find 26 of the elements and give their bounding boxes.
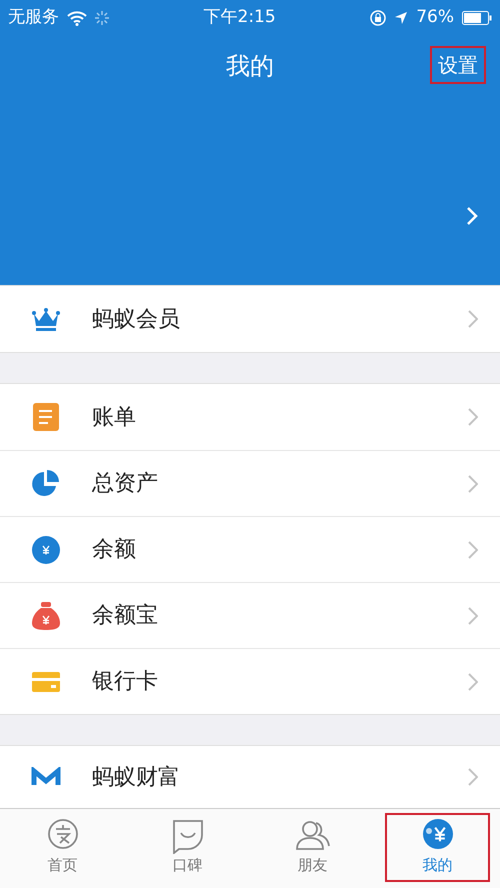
tab[interactable]: 口碑 <box>135 813 240 882</box>
chevron-right-icon <box>468 672 478 690</box>
chevron-right-icon <box>468 474 478 492</box>
page-title: 我的 <box>226 51 274 82</box>
battery-icon <box>462 11 492 25</box>
money-bag-icon <box>30 600 62 632</box>
carrier-text: 无服务 <box>8 6 59 30</box>
rotation-lock-icon <box>370 10 386 26</box>
yen-coin-icon <box>30 534 62 566</box>
fortune-icon <box>30 767 62 787</box>
document-icon <box>30 401 62 433</box>
clock-text: 下午2:15 <box>204 6 276 30</box>
tab[interactable]: 朋友 <box>260 813 365 882</box>
tab[interactable]: 我的 <box>385 813 490 882</box>
chevron-right-icon[interactable] <box>466 206 478 226</box>
battery-text: 76% <box>416 6 454 30</box>
chevron-right-icon <box>468 408 478 426</box>
chevron-right-icon <box>468 606 478 624</box>
wifi-icon <box>67 10 87 26</box>
location-icon <box>394 11 408 25</box>
chevron-right-icon <box>468 768 478 786</box>
settings-button[interactable]: 设置 <box>430 46 486 84</box>
chevron-right-icon <box>468 310 478 328</box>
loading-icon <box>95 11 109 25</box>
tab[interactable]: 首页 <box>10 813 115 882</box>
chevron-right-icon <box>468 540 478 558</box>
